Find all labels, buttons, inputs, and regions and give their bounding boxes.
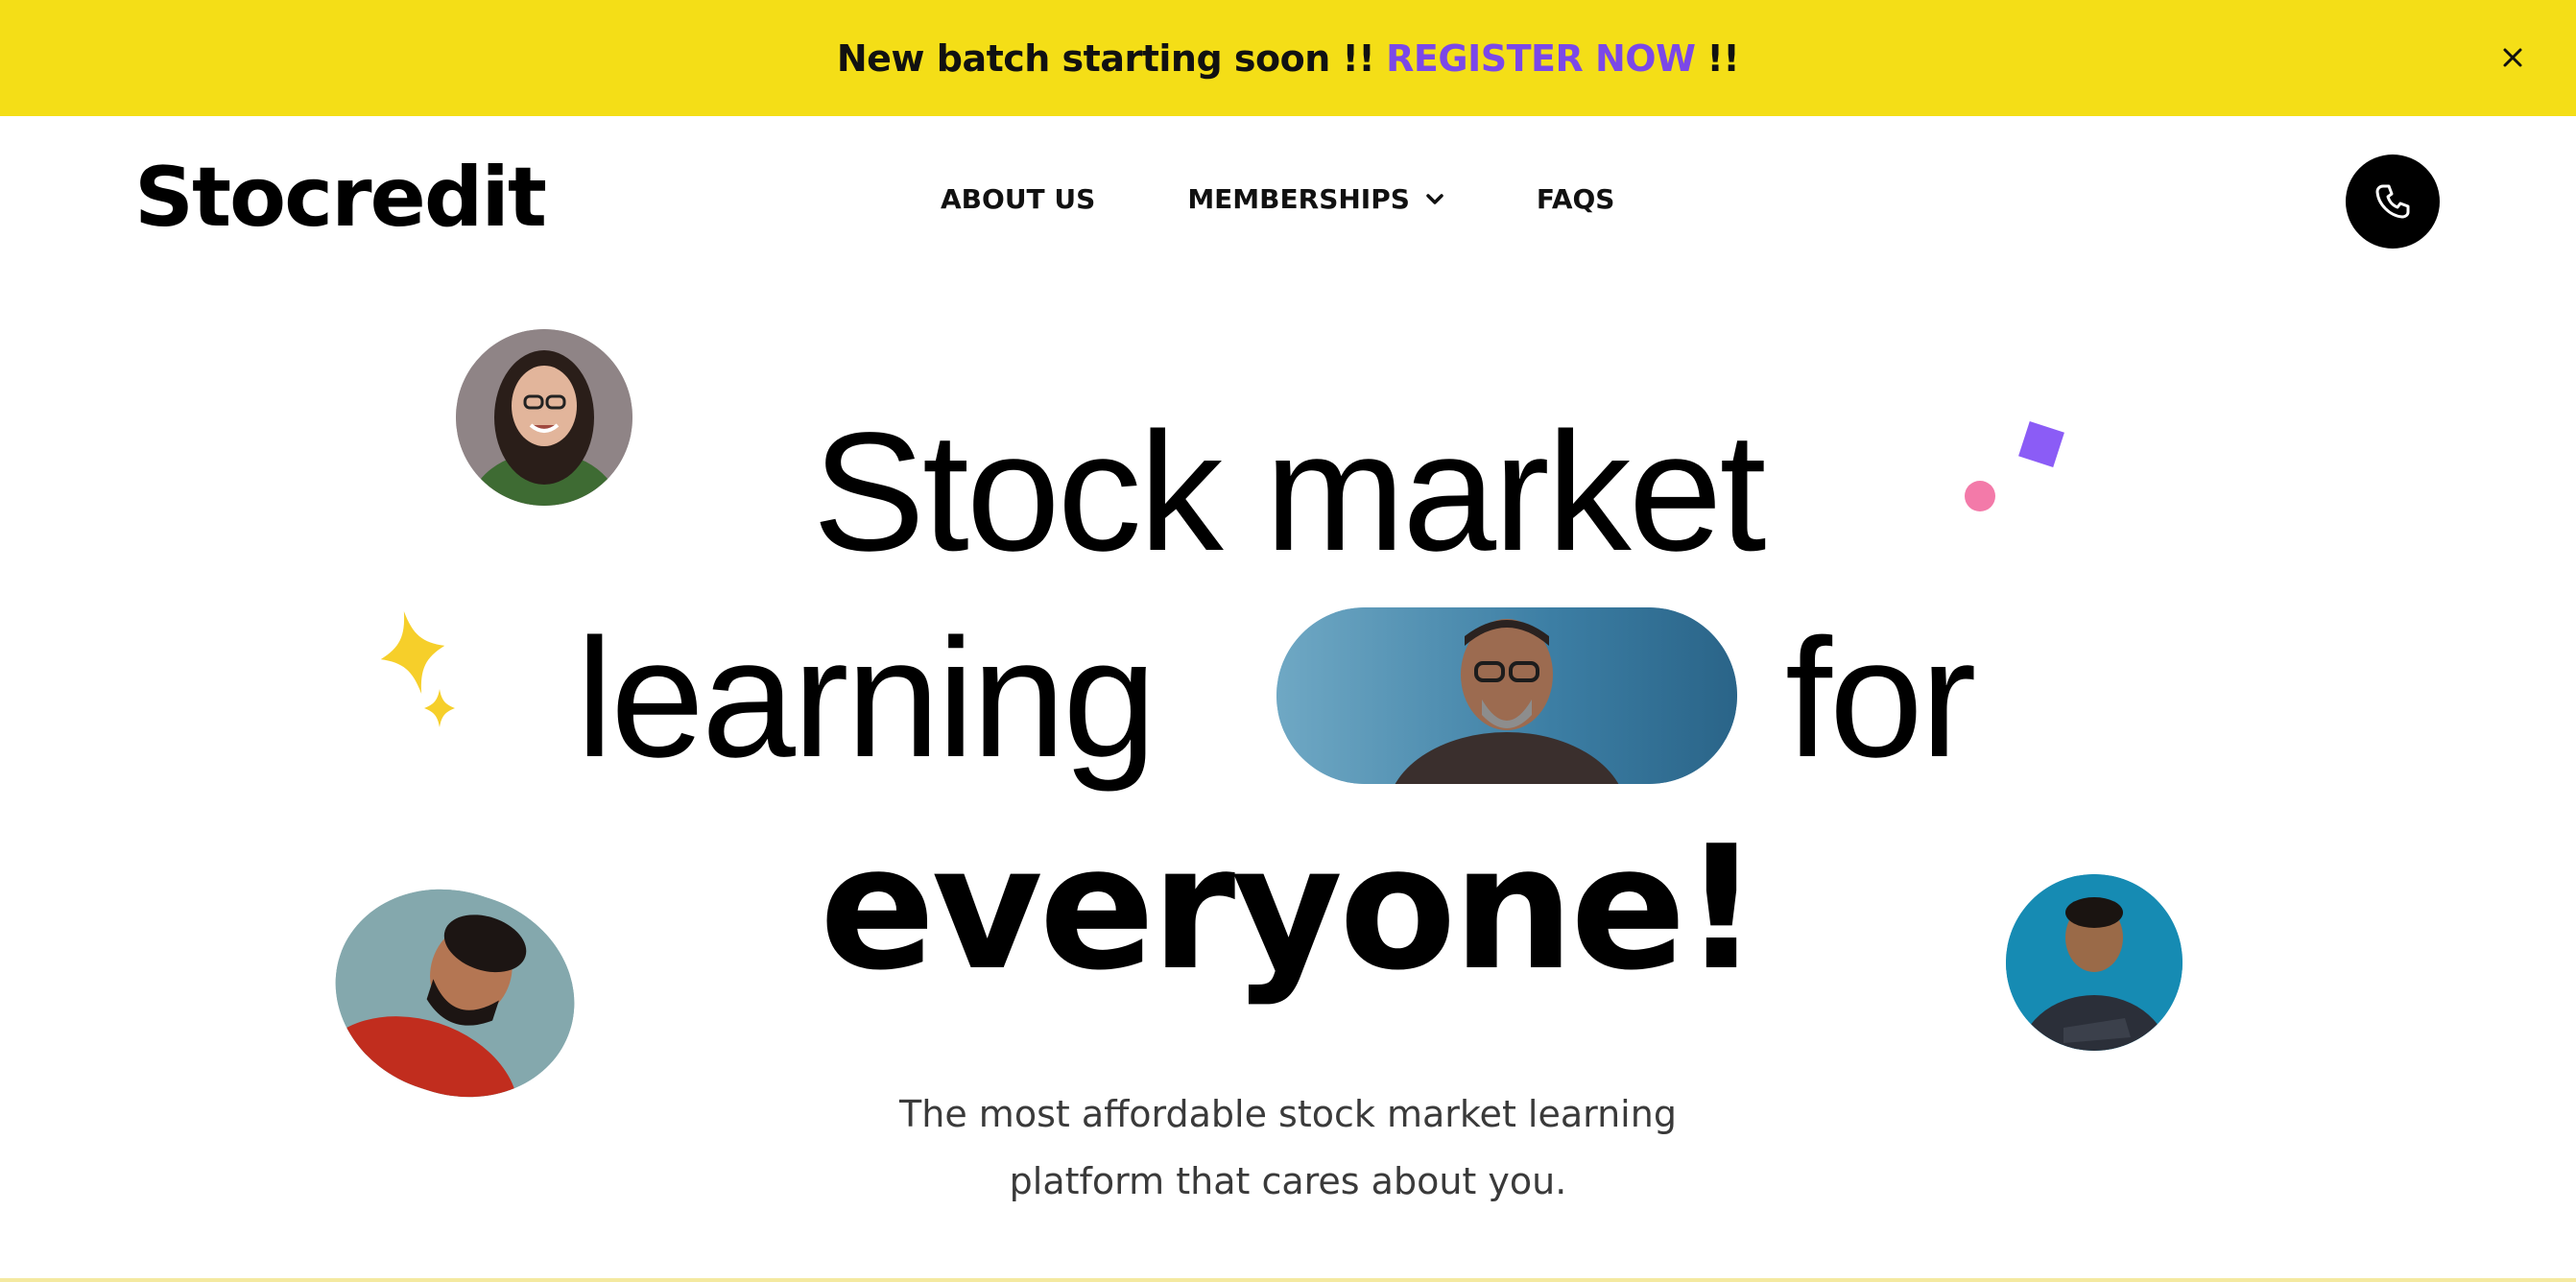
nav-faqs[interactable]: FAQS	[1537, 183, 1615, 215]
phone-icon	[2375, 184, 2410, 219]
mentor-photo-pill	[1276, 607, 1737, 784]
hero-title-line2-left: learning	[576, 605, 1157, 793]
site-header: Stocredit ABOUT US MEMBERSHIPS FAQS	[0, 116, 2576, 287]
announcement-banner: New batch starting soon !! REGISTER NOW …	[0, 0, 2576, 116]
hero-subtitle-line2: platform that cares about you.	[1009, 1160, 1567, 1202]
nav-about-label: ABOUT US	[941, 183, 1096, 215]
site-logo[interactable]: Stocredit	[134, 156, 547, 239]
main-nav: ABOUT US MEMBERSHIPS FAQS	[941, 183, 1614, 215]
chevron-down-icon	[1426, 193, 1443, 204]
nav-about-us[interactable]: ABOUT US	[941, 183, 1095, 215]
banner-text: New batch starting soon !!	[836, 36, 1375, 80]
banner-message: New batch starting soon !! REGISTER NOW …	[836, 36, 1740, 80]
close-icon[interactable]	[2495, 40, 2530, 75]
nav-faqs-label: FAQS	[1536, 183, 1615, 215]
sparkle-icon	[380, 610, 455, 727]
hero-title-line2-right: for	[1785, 605, 1976, 793]
phone-button[interactable]	[2346, 154, 2440, 249]
hero-title-line1: Stock market	[812, 398, 1767, 586]
hero-subtitle-line1: The most affordable stock market learnin…	[899, 1093, 1677, 1135]
bottom-divider	[0, 1278, 2576, 1282]
hero-title-line3: everyone!	[819, 809, 1760, 1008]
nav-memberships-label: MEMBERSHIPS	[1187, 183, 1410, 215]
hero-subtitle: The most affordable stock market learnin…	[0, 1080, 2576, 1215]
banner-suffix: !!	[1706, 36, 1740, 80]
register-now-link[interactable]: REGISTER NOW	[1386, 37, 1696, 80]
nav-memberships[interactable]: MEMBERSHIPS	[1187, 183, 1444, 215]
